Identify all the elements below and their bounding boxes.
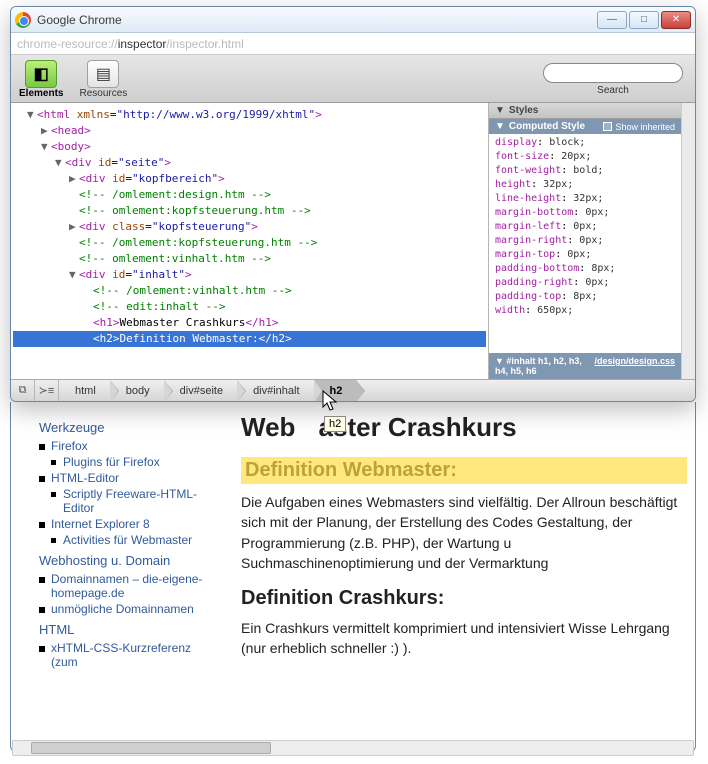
styles-header[interactable]: ▼Styles <box>489 103 681 119</box>
dom-comment[interactable]: <!-- /omlement:design.htm --> <box>13 187 486 203</box>
devtools-window: Google Chrome — □ ✕ chrome-resource://in… <box>10 6 696 402</box>
sidebar-subitem[interactable]: Activities für Webmaster <box>51 533 221 547</box>
checkbox-icon <box>603 122 612 131</box>
computed-style-header[interactable]: ▼Computed Style Show inherited <box>489 119 681 134</box>
page-content: Webmaster Crashkurs Definition Webmaster… <box>233 402 695 751</box>
styles-pane: ▼Styles ▼Computed Style Show inherited d… <box>488 103 681 379</box>
dom-comment[interactable]: <!-- /omlement:vinhalt.htm --> <box>13 283 486 299</box>
dom-comment[interactable]: <!-- /omlement:kopfsteuerung.htm --> <box>13 235 486 251</box>
dom-node[interactable]: ▶<div id="kopfbereich"> <box>13 171 486 187</box>
dom-node[interactable]: ▼<html xmlns="http://www.w3.org/1999/xht… <box>13 107 486 123</box>
breadcrumb-bar: ⧉ ≻≡ html body div#seite div#inhalt h2 <box>11 379 695 401</box>
console-button[interactable]: ≻≡ <box>35 380 59 401</box>
address-host: inspector <box>118 37 167 51</box>
page-h2: Definition Crashkurs: <box>241 587 687 610</box>
chrome-icon <box>15 12 31 28</box>
dom-node[interactable]: <h1>Webmaster Crashkurs</h1> <box>13 315 486 331</box>
dom-node-selected[interactable]: <h2>Definition Webmaster:</h2> <box>13 331 486 347</box>
sidebar-item[interactable]: Domainnamen – die-eigene-homepage.de <box>39 572 221 600</box>
maximize-button[interactable]: □ <box>629 11 659 29</box>
crumb-html[interactable]: html <box>59 380 110 401</box>
computed-style-list[interactable]: display: block;font-size: 20px;font-weig… <box>489 134 681 353</box>
elements-label: Elements <box>19 88 63 99</box>
crumb-body[interactable]: body <box>110 380 164 401</box>
sidebar-item[interactable]: Internet Explorer 8 <box>39 517 221 531</box>
resources-label: Resources <box>79 88 127 99</box>
resources-icon: ▤ <box>87 60 119 88</box>
sidebar-heading: Webhosting u. Domain <box>39 553 221 568</box>
dom-node[interactable]: ▼<div id="seite"> <box>13 155 486 171</box>
dom-comment[interactable]: <!-- edit:inhalt --> <box>13 299 486 315</box>
scrollbar-thumb[interactable] <box>31 742 271 754</box>
horizontal-scrollbar[interactable] <box>12 740 694 756</box>
dom-tree[interactable]: ▼<html xmlns="http://www.w3.org/1999/xht… <box>11 103 488 379</box>
dom-node[interactable]: ▶<head> <box>13 123 486 139</box>
show-inherited-label: Show inherited <box>615 122 675 132</box>
style-property[interactable]: padding-bottom: 8px; <box>495 262 675 276</box>
search-label: Search <box>597 85 629 96</box>
dom-node[interactable]: ▶<div class="kopfsteuerung"> <box>13 219 486 235</box>
rule-source-link[interactable]: /design/design.css <box>594 356 675 376</box>
computed-style-label: Computed Style <box>509 121 585 132</box>
style-property[interactable]: line-height: 32px; <box>495 192 675 206</box>
address-prefix: chrome-resource:// <box>17 37 118 51</box>
rule-selector: #inhalt h1, h2, h3, h4, h5, h6 <box>495 356 582 376</box>
titlebar[interactable]: Google Chrome — □ ✕ <box>11 7 695 33</box>
style-property[interactable]: width: 650px; <box>495 304 675 318</box>
style-property[interactable]: margin-left: 0px; <box>495 220 675 234</box>
style-property[interactable]: padding-right: 0px; <box>495 276 675 290</box>
style-property[interactable]: font-weight: bold; <box>495 164 675 178</box>
style-property[interactable]: margin-top: 0px; <box>495 248 675 262</box>
dom-node[interactable]: ▼<body> <box>13 139 486 155</box>
styles-scrollbar[interactable] <box>681 103 695 379</box>
sidebar-subitem[interactable]: Scriptly Freeware-HTML-Editor <box>51 487 221 515</box>
page-sidebar: Werkzeuge Firefox Plugins für Firefox HT… <box>11 402 233 751</box>
show-inherited-toggle[interactable]: Show inherited <box>603 122 675 132</box>
minimize-button[interactable]: — <box>597 11 627 29</box>
sidebar-heading: Werkzeuge <box>39 420 221 435</box>
page-paragraph: Die Aufgaben eines Webmasters sind vielf… <box>241 492 687 573</box>
style-property[interactable]: height: 32px; <box>495 178 675 192</box>
dom-node[interactable]: ▼<div id="inhalt"> <box>13 267 486 283</box>
sidebar-subitem[interactable]: Plugins für Firefox <box>51 455 221 469</box>
elements-icon: ◧ <box>25 60 57 88</box>
dock-button[interactable]: ⧉ <box>11 380 35 401</box>
matched-rule[interactable]: ▼ #inhalt h1, h2, h3, h4, h5, h6 /design… <box>489 353 681 379</box>
address-bar[interactable]: chrome-resource://inspector/inspector.ht… <box>11 33 695 55</box>
sidebar-heading: HTML <box>39 622 221 637</box>
resources-tab[interactable]: ▤ Resources <box>79 60 127 99</box>
window-title: Google Chrome <box>37 13 122 27</box>
style-property[interactable]: padding-top: 8px; <box>495 290 675 304</box>
elements-tab[interactable]: ◧ Elements <box>19 60 63 99</box>
search-input[interactable] <box>543 63 683 83</box>
page-h1: Webmaster Crashkurs <box>241 412 687 443</box>
page-paragraph: Ein Crashkurs vermittelt komprimiert und… <box>241 618 687 659</box>
close-button[interactable]: ✕ <box>661 11 691 29</box>
sidebar-item[interactable]: unmögliche Domainnamen <box>39 602 221 616</box>
toolbar: ◧ Elements ▤ Resources Search <box>11 55 695 103</box>
style-property[interactable]: font-size: 20px; <box>495 150 675 164</box>
inspected-page: Werkzeuge Firefox Plugins für Firefox HT… <box>10 402 696 752</box>
crumb-seite[interactable]: div#seite <box>164 380 237 401</box>
page-h2-highlighted: Definition Webmaster: <box>241 457 687 484</box>
style-property[interactable]: margin-bottom: 0px; <box>495 206 675 220</box>
dom-comment[interactable]: <!-- omlement:kopfsteuerung.htm --> <box>13 203 486 219</box>
address-path: /inspector.html <box>166 37 243 51</box>
style-property[interactable]: display: block; <box>495 136 675 150</box>
hover-tooltip: h2 <box>324 416 346 432</box>
sidebar-item[interactable]: HTML-Editor <box>39 471 221 485</box>
sidebar-item[interactable]: Firefox <box>39 439 221 453</box>
styles-title: Styles <box>509 105 538 116</box>
crumb-inhalt[interactable]: div#inhalt <box>237 380 313 401</box>
dom-comment[interactable]: <!-- omlement:vinhalt.htm --> <box>13 251 486 267</box>
style-property[interactable]: margin-right: 0px; <box>495 234 675 248</box>
sidebar-item[interactable]: xHTML-CSS-Kurzreferenz (zum <box>39 641 221 669</box>
